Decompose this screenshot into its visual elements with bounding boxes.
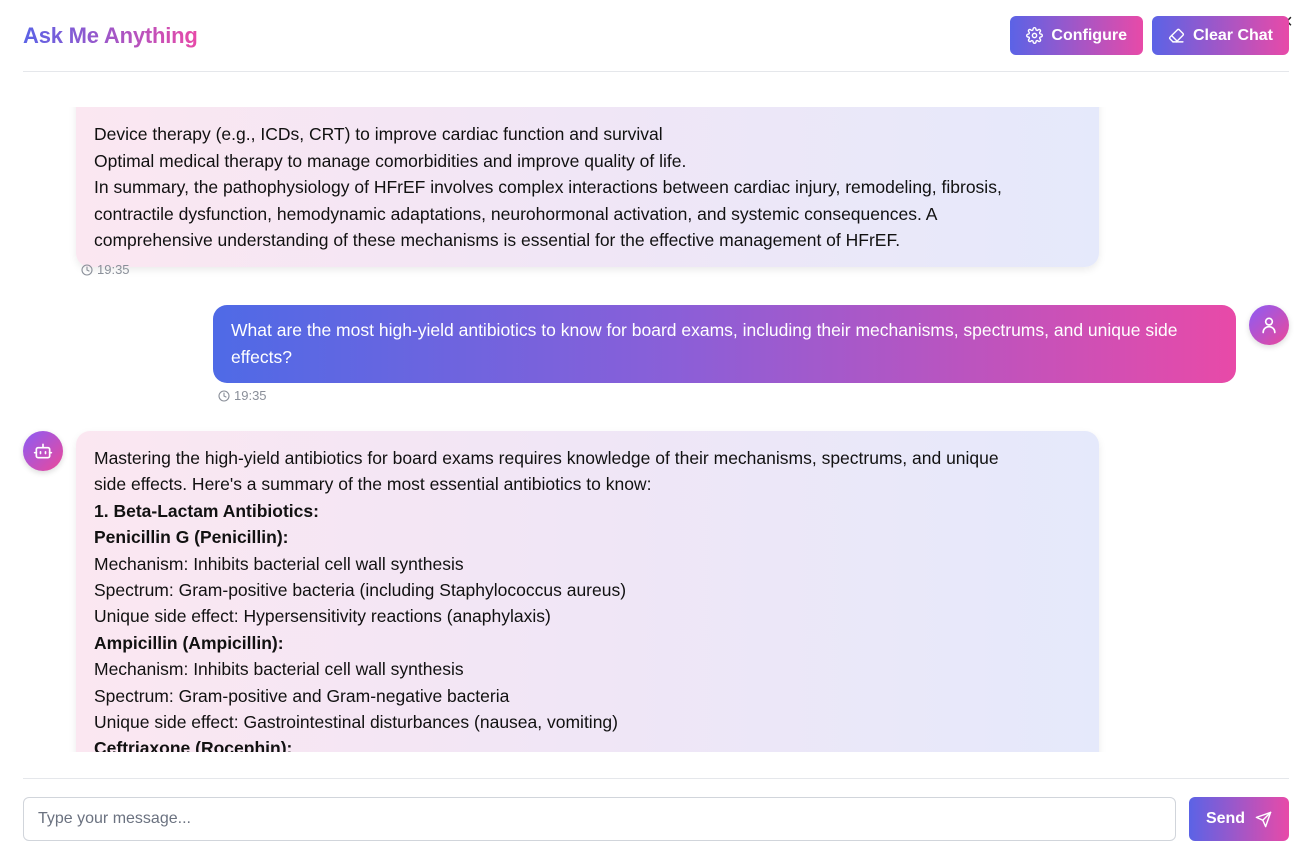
- assistant-message: Mastering the high-yield antibiotics for…: [76, 431, 1099, 752]
- message-line: In summary, the pathophysiology of HFrEF…: [94, 177, 1002, 198]
- message-line: [94, 107, 1081, 121]
- header-actions: Configure Clear Chat: [1010, 16, 1289, 55]
- message-timestamp: 19:35: [81, 262, 130, 277]
- message-line: Optimal medical therapy to manage comorb…: [94, 150, 687, 171]
- user-message: What are the most high-yield antibiotics…: [213, 305, 1236, 383]
- message-line: Device therapy (e.g., ICDs, CRT) to impr…: [94, 124, 663, 145]
- message-heading: 1. Beta-Lactam Antibiotics:: [94, 500, 319, 521]
- bot-icon: [33, 443, 53, 459]
- timestamp-text: 19:35: [97, 262, 130, 277]
- clock-icon: [218, 389, 230, 402]
- message-line: Spectrum: Gram-positive and Gram-negativ…: [94, 685, 510, 706]
- send-button[interactable]: Send: [1189, 797, 1289, 841]
- message-line: Unique side effect: Gastrointestinal dis…: [94, 712, 618, 733]
- message-line: Mastering the high-yield antibiotics for…: [94, 448, 999, 468]
- clear-chat-label: Clear Chat: [1192, 26, 1273, 44]
- message-input[interactable]: [23, 797, 1176, 841]
- send-icon: [1255, 811, 1272, 827]
- message-timestamp: 19:35: [218, 388, 267, 403]
- send-label: Send: [1205, 810, 1246, 827]
- chat-header: Ask Me Anything Configure Clear Chat: [23, 0, 1289, 72]
- message-line: comprehensive understanding of these mec…: [94, 230, 901, 251]
- timestamp-text: 19:35: [234, 388, 267, 403]
- chat-scroll-area[interactable]: Device therapy (e.g., ICDs, CRT) to impr…: [0, 107, 1311, 752]
- assistant-avatar: [23, 431, 63, 471]
- clear-chat-button[interactable]: Clear Chat: [1151, 16, 1289, 55]
- message-line: side effects. Here's a summary of the mo…: [94, 474, 652, 495]
- message-line: Unique side effect: Hypersensitivity rea…: [94, 606, 551, 627]
- eraser-icon: [1168, 28, 1184, 43]
- composer-divider: [23, 778, 1289, 779]
- message-line: Mechanism: Inhibits bacterial cell wall …: [94, 553, 464, 574]
- assistant-message: Device therapy (e.g., ICDs, CRT) to impr…: [76, 107, 1099, 268]
- app-title: Ask Me Anything: [23, 22, 198, 48]
- gear-icon: [1026, 27, 1044, 44]
- user-icon: [1262, 317, 1276, 334]
- user-avatar: [1249, 305, 1289, 345]
- message-heading: Ampicillin (Ampicillin):: [94, 632, 284, 653]
- configure-button[interactable]: Configure: [1010, 16, 1143, 55]
- message-heading: Penicillin G (Penicillin):: [94, 527, 289, 548]
- message-line: contractile dysfunction, hemodynamic ada…: [94, 203, 938, 224]
- message-heading: Ceftriaxone (Rocephin):: [94, 738, 293, 752]
- configure-label: Configure: [1051, 26, 1127, 44]
- clock-icon: [81, 263, 93, 276]
- message-line: Mechanism: Inhibits bacterial cell wall …: [94, 659, 464, 680]
- message-line: Spectrum: Gram-positive bacteria (includ…: [94, 580, 627, 601]
